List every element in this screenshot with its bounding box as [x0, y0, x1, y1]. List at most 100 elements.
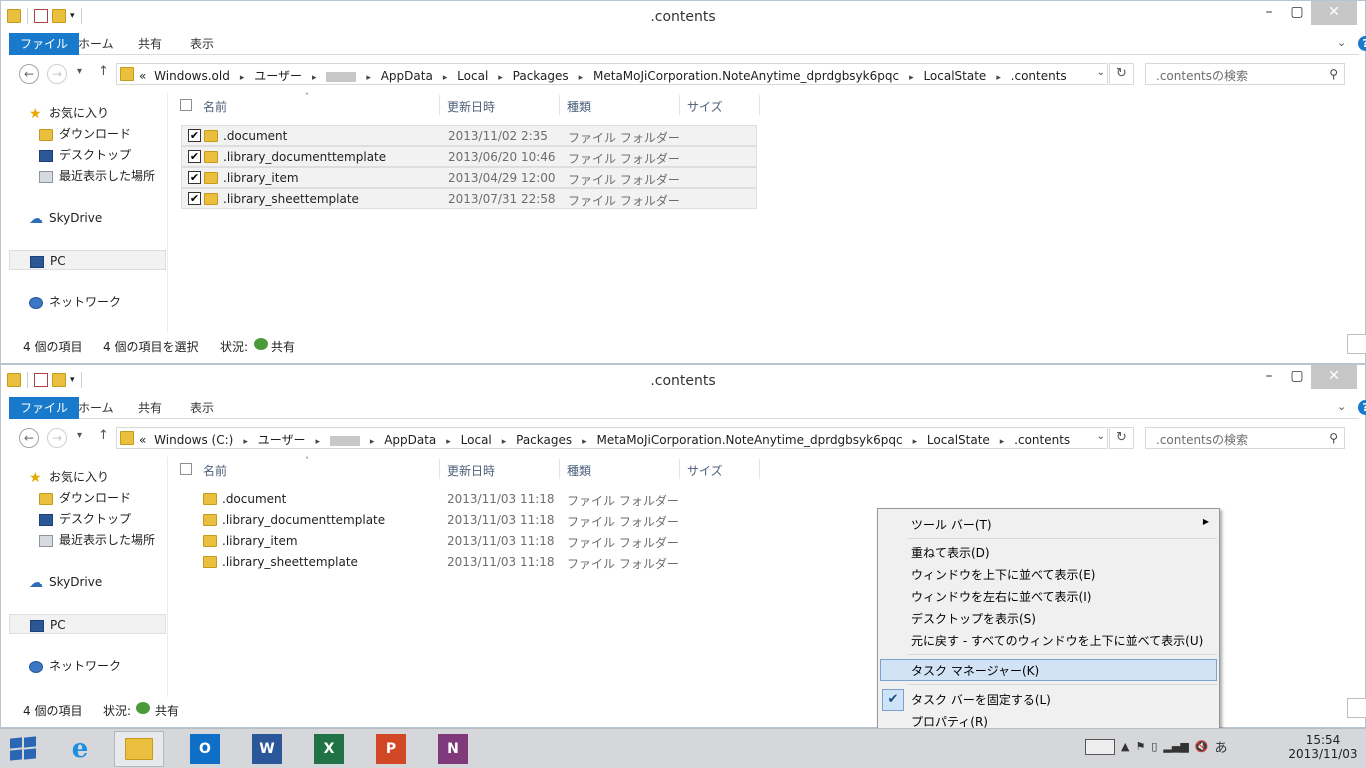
nav-pc[interactable]: PC — [9, 250, 166, 270]
breadcrumb-item[interactable]: LocalState — [923, 69, 986, 83]
menu-item-undo[interactable]: 元に戻す - すべてのウィンドウを上下に並べて表示(U) — [911, 632, 1203, 649]
breadcrumb-item[interactable]: ユーザー — [254, 69, 302, 83]
close-icon[interactable]: ✕ — [1311, 1, 1357, 25]
column-name[interactable]: 名前 — [203, 462, 227, 479]
touch-keyboard-icon[interactable] — [1085, 738, 1115, 755]
table-row[interactable]: ✔ .library_documenttemplate 2013/06/20 1… — [181, 146, 757, 167]
breadcrumb-arrow-icon[interactable]: ▸ — [370, 437, 375, 447]
maximize-icon[interactable]: ▢ — [1283, 365, 1311, 389]
ime-indicator[interactable]: あ — [1215, 737, 1228, 756]
column-date[interactable]: 更新日時 — [447, 462, 495, 479]
redacted-username[interactable] — [326, 71, 357, 82]
column-divider[interactable] — [439, 95, 440, 115]
menu-item-cascade[interactable]: 重ねて表示(D) — [911, 544, 990, 561]
title-bar[interactable]: ▾ .contents – ▢ ✕ — [1, 365, 1365, 397]
tab-home[interactable]: ホーム — [67, 397, 125, 419]
breadcrumb-item[interactable]: .contents — [1014, 433, 1070, 447]
breadcrumb-item[interactable]: MetaMoJiCorporation.NoteAnytime_dprdgbsy… — [593, 69, 899, 83]
nav-skydrive[interactable]: ☁ SkyDrive — [29, 208, 186, 228]
taskbar-outlook[interactable]: O — [180, 731, 230, 767]
table-row[interactable]: .document 2013/11/03 11:18 ファイル フォルダー — [181, 489, 757, 510]
help-icon[interactable]: ? — [1358, 36, 1366, 51]
breadcrumb-item[interactable]: MetaMoJiCorporation.NoteAnytime_dprdgbsy… — [596, 433, 902, 447]
up-icon[interactable]: ↑ — [98, 64, 109, 79]
battery-icon[interactable]: ▯ — [1151, 740, 1157, 753]
action-center-flag-icon[interactable]: ⚑ — [1135, 740, 1145, 753]
taskbar-internet-explorer[interactable]: e — [55, 731, 105, 767]
search-input[interactable]: .contentsの検索 ⚲ — [1145, 427, 1345, 449]
table-row[interactable]: ✔ .library_sheettemplate 2013/07/31 22:5… — [181, 188, 757, 209]
tab-share[interactable]: 共有 — [127, 397, 173, 419]
windows-start-icon[interactable] — [10, 736, 36, 761]
breadcrumb-item[interactable]: AppData — [381, 69, 433, 83]
breadcrumb-item[interactable]: LocalState — [927, 433, 990, 447]
column-size[interactable]: サイズ — [687, 98, 723, 115]
column-divider[interactable] — [679, 459, 680, 479]
menu-item-lock-taskbar[interactable]: タスク バーを固定する(L) — [911, 691, 1051, 708]
breadcrumb-overflow[interactable]: « — [139, 69, 146, 83]
minimize-icon[interactable]: – — [1255, 365, 1283, 389]
nav-skydrive[interactable]: ☁ SkyDrive — [29, 572, 186, 592]
breadcrumb-item[interactable]: Packages — [513, 69, 569, 83]
select-all-checkbox[interactable] — [180, 463, 192, 475]
recent-locations-icon[interactable]: ▾ — [77, 430, 82, 441]
menu-item-toolbars[interactable]: ツール バー(T) — [911, 516, 992, 533]
refresh-button[interactable]: ↻ — [1109, 63, 1134, 85]
column-divider[interactable] — [759, 95, 760, 115]
menu-item-show-desktop[interactable]: デスクトップを表示(S) — [911, 610, 1036, 627]
ribbon-expand-icon[interactable]: ⌄ — [1337, 36, 1353, 52]
menu-item-side-by-side[interactable]: ウィンドウを左右に並べて表示(I) — [911, 588, 1091, 605]
column-name[interactable]: 名前 — [203, 98, 227, 115]
column-divider[interactable] — [759, 459, 760, 479]
tab-view[interactable]: 表示 — [179, 397, 225, 419]
chevron-down-icon[interactable]: ⌄ — [1097, 431, 1105, 442]
address-bar[interactable]: « Windows.old ▸ ユーザー ▸ ▸ AppData ▸ Local ▸ P… — [116, 63, 1108, 85]
menu-item-task-manager[interactable]: タスク マネージャー(K) — [911, 662, 1039, 679]
forward-button[interactable]: → — [47, 64, 67, 84]
back-button[interactable]: ← — [19, 64, 39, 84]
row-checkbox[interactable]: ✔ — [188, 192, 201, 205]
up-icon[interactable]: ↑ — [98, 428, 109, 443]
breadcrumb-item[interactable]: AppData — [384, 433, 436, 447]
tab-share[interactable]: 共有 — [127, 33, 173, 55]
column-divider[interactable] — [559, 459, 560, 479]
breadcrumb-arrow-icon[interactable]: ▸ — [913, 437, 918, 447]
column-date[interactable]: 更新日時 — [447, 98, 495, 115]
breadcrumb-item[interactable]: Windows.old — [154, 69, 230, 83]
column-type[interactable]: 種類 — [567, 462, 591, 479]
breadcrumb-arrow-icon[interactable]: ▸ — [446, 437, 451, 447]
maximize-icon[interactable]: ▢ — [1283, 1, 1311, 25]
nav-pc[interactable]: PC — [9, 614, 166, 634]
breadcrumb-arrow-icon[interactable]: ▸ — [1000, 437, 1005, 447]
taskbar-powerpoint[interactable]: P — [366, 731, 416, 767]
row-checkbox[interactable]: ✔ — [188, 150, 201, 163]
breadcrumb-arrow-icon[interactable]: ▸ — [243, 437, 248, 447]
table-row[interactable]: .library_sheettemplate 2013/11/03 11:18 … — [181, 552, 757, 573]
breadcrumb-item[interactable]: Local — [457, 69, 488, 83]
taskbar-excel[interactable]: X — [304, 731, 354, 767]
table-row[interactable]: .library_item 2013/11/03 11:18 ファイル フォルダ… — [181, 531, 757, 552]
breadcrumb-arrow-icon[interactable]: ▸ — [312, 73, 317, 83]
table-row[interactable]: ✔ .library_item 2013/04/29 12:00 ファイル フォ… — [181, 167, 757, 188]
tab-home[interactable]: ホーム — [67, 33, 125, 55]
breadcrumb-arrow-icon[interactable]: ▸ — [443, 73, 448, 83]
minimize-icon[interactable]: – — [1255, 1, 1283, 25]
breadcrumb-overflow[interactable]: « — [139, 433, 146, 447]
breadcrumb-arrow-icon[interactable]: ▸ — [996, 73, 1001, 83]
forward-button[interactable]: → — [47, 428, 67, 448]
pane-divider[interactable] — [167, 457, 168, 697]
search-icon[interactable]: ⚲ — [1329, 431, 1338, 445]
breadcrumb-arrow-icon[interactable]: ▸ — [582, 437, 587, 447]
column-type[interactable]: 種類 — [567, 98, 591, 115]
taskbar-file-explorer[interactable] — [114, 731, 164, 767]
ribbon-expand-icon[interactable]: ⌄ — [1337, 400, 1353, 416]
clock[interactable]: 15:54 2013/11/03 — [1283, 733, 1363, 761]
column-size[interactable]: サイズ — [687, 462, 723, 479]
breadcrumb-item[interactable]: Packages — [516, 433, 572, 447]
volume-muted-icon[interactable]: 🔇 — [1195, 740, 1209, 753]
search-input[interactable]: .contentsの検索 ⚲ — [1145, 63, 1345, 85]
title-bar[interactable]: ▾ .contents – ▢ ✕ — [1, 1, 1365, 33]
large-icons-view-icon[interactable] — [1347, 334, 1366, 354]
select-all-checkbox[interactable] — [180, 99, 192, 111]
breadcrumb-item[interactable]: Windows (C:) — [154, 433, 233, 447]
